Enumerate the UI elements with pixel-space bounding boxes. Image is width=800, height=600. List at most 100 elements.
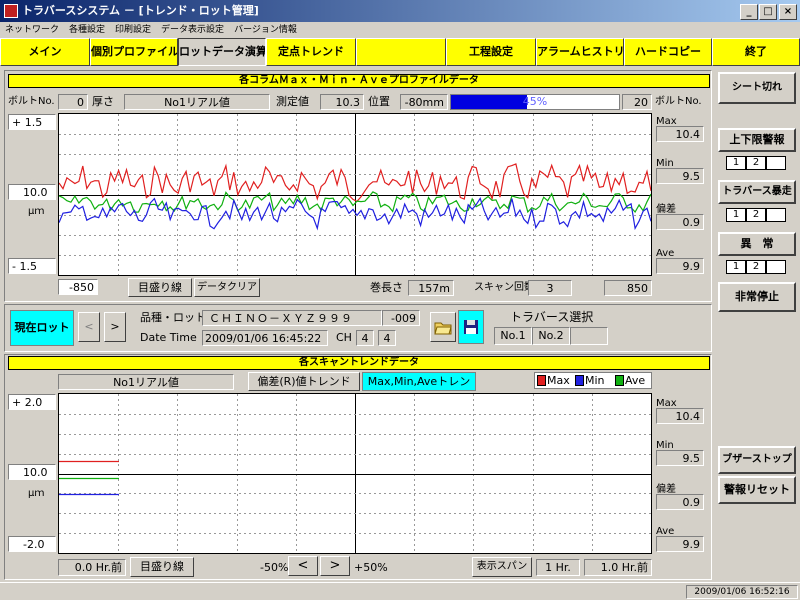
profile-y-top: + 1.5 [8,114,56,130]
menu-network[interactable]: ネットワーク [0,22,64,38]
close-button[interactable]: × [779,4,797,20]
trend-max-value: 10.4 [656,408,704,424]
zoom-minus-label: -50% [260,561,289,574]
status-bar: 2009/01/06 16:52:16 [0,582,800,600]
trend-legend: Max Min Ave [534,372,652,389]
app-icon [4,4,18,18]
buzzer-stop-button[interactable]: ブザーストップ [718,446,796,474]
limit-alarm-cell-2: 2 [746,156,766,170]
abnormal-button[interactable]: 異 常 [718,232,796,256]
ch-value-a: 4 [356,330,374,346]
profile-y-center: 10.0 [8,184,56,200]
open-folder-icon [434,322,452,335]
lot-next-button[interactable]: > [104,312,126,342]
legend-min-label: Min [585,374,605,387]
trend-gridline-button[interactable]: 目盛り線 [130,557,194,577]
nav-profile[interactable]: 個別プロファイル [90,38,178,66]
traverse-runaway-button[interactable]: トラバース暴走 [718,180,796,204]
profile-y-unit: μｍ [28,206,45,217]
nav-main[interactable]: メイン [0,38,90,66]
bolt-left-value: 0 [58,94,88,110]
traverse-no1[interactable]: No.1 [494,327,532,345]
menu-version[interactable]: バージョン情報 [229,22,302,38]
save-button[interactable] [458,310,484,344]
current-lot-button[interactable]: 現在ロット [10,310,74,346]
trend-y-unit: μｍ [28,488,45,499]
trend-time-left: 0.0 Hr.前 [58,559,126,576]
scan-count-value: 3 [528,280,572,296]
menu-bar: ネットワーク 各種設定 印刷設定 データ表示設定 バージョン情報 [0,22,800,38]
profile-ave-value: 9.9 [656,258,704,274]
nav-lot-data[interactable]: ロットデータ演算 [178,38,266,66]
legend-max-swatch [537,375,546,386]
runaway-cell-1: 1 [726,208,746,222]
open-file-button[interactable] [430,312,456,342]
mma-trend-button[interactable]: Max,Min,Aveトレンド [362,372,476,405]
save-disk-icon [464,320,478,334]
profile-gridline-button[interactable]: 目盛り線 [128,278,192,297]
window-title: トラバースシステム － [トレンド・ロット管理] [0,0,800,22]
trend-y-bottom: -2.0 [8,536,56,552]
profile-dev-value: 0.9 [656,214,704,230]
menu-display-settings[interactable]: データ表示設定 [156,22,229,38]
trend-chart [58,393,652,554]
nav-blank[interactable] [356,38,446,66]
nav-process-settings[interactable]: 工程設定 [446,38,536,66]
runaway-cell-3 [766,208,786,222]
trend-dev-value: 0.9 [656,494,704,510]
trend-title: 各スキャントレンドデータ [8,356,710,370]
minimize-button[interactable]: _ [740,4,758,20]
ch-value-b: 4 [378,330,396,346]
trend-chart-svg [59,394,651,553]
profile-chart [58,113,652,276]
sheet-cut-button[interactable]: シート切れ [718,72,796,104]
profile-x-right: 850 [604,280,652,296]
roll-length-label: 巻長さ [370,281,403,294]
limit-alarm-button[interactable]: 上下限警報 [718,128,796,152]
bolt-label-left: ボルトNo. [8,96,55,107]
bolt-right-value: 20 [622,94,652,110]
profile-y-bottom: - 1.5 [8,258,56,274]
traverse-no2[interactable]: No.2 [532,327,570,345]
zoom-next-button[interactable]: > [320,556,350,576]
profile-title: 各コラムＭａｘ・Ｍｉｎ・Ａｖｅプロファイルデータ [8,74,710,88]
alarm-reset-button[interactable]: 警報リセット [718,476,796,504]
zoom-prev-button[interactable]: < [288,556,318,576]
legend-ave-swatch [615,375,624,386]
product-lot-label: 品種・ロット [140,311,206,324]
scan-count-label: スキャン回数 [474,282,534,293]
product-lot-value: ＣＨＩＮＯ－ＸＹＺ９９９ [202,310,382,326]
profile-min-value: 9.5 [656,168,704,184]
traverse-select-label: トラバース選択 [510,310,594,324]
datetime-label: Date Time [140,331,197,344]
status-datetime: 2009/01/06 16:52:16 [686,585,798,599]
legend-max-label: Max [547,374,570,387]
emergency-stop-button[interactable]: 非常停止 [718,282,796,312]
lot-prev-button[interactable]: < [78,312,100,342]
scan-progress-bar: 45% [450,94,620,110]
traverse-blank[interactable] [570,327,608,345]
display-span-value: 1 Hr. [536,559,580,576]
bolt-label-right: ボルトNo. [655,96,702,107]
display-span-button[interactable]: 表示スパン [472,557,532,577]
menu-print-settings[interactable]: 印刷設定 [110,22,156,38]
maximize-button[interactable]: □ [759,4,777,20]
nav-fixed-point-trend[interactable]: 定点トレンド [266,38,356,66]
trend-min-value: 9.5 [656,450,704,466]
trend-ave-value: 9.9 [656,536,704,552]
profile-x-left: -850 [58,279,98,295]
trend-y-center: 10.0 [8,464,56,480]
limit-alarm-cell-3 [766,156,786,170]
abnormal-cell-3 [766,260,786,274]
legend-min-swatch [575,375,584,386]
menu-settings[interactable]: 各種設定 [64,22,110,38]
data-clear-button[interactable]: データクリア [194,278,260,297]
nav-alarm-history[interactable]: アラームヒストリー [536,38,624,66]
ch-label: CH [336,331,352,344]
nav-exit[interactable]: 終了 [712,38,800,66]
datetime-value: 2009/01/06 16:45:22 [202,330,328,346]
legend-ave-label: Ave [625,374,646,387]
nav-hard-copy[interactable]: ハードコピー [624,38,712,66]
dev-trend-button[interactable]: 偏差(R)値トレンド [248,372,360,391]
position-value: -80mm [400,94,448,110]
